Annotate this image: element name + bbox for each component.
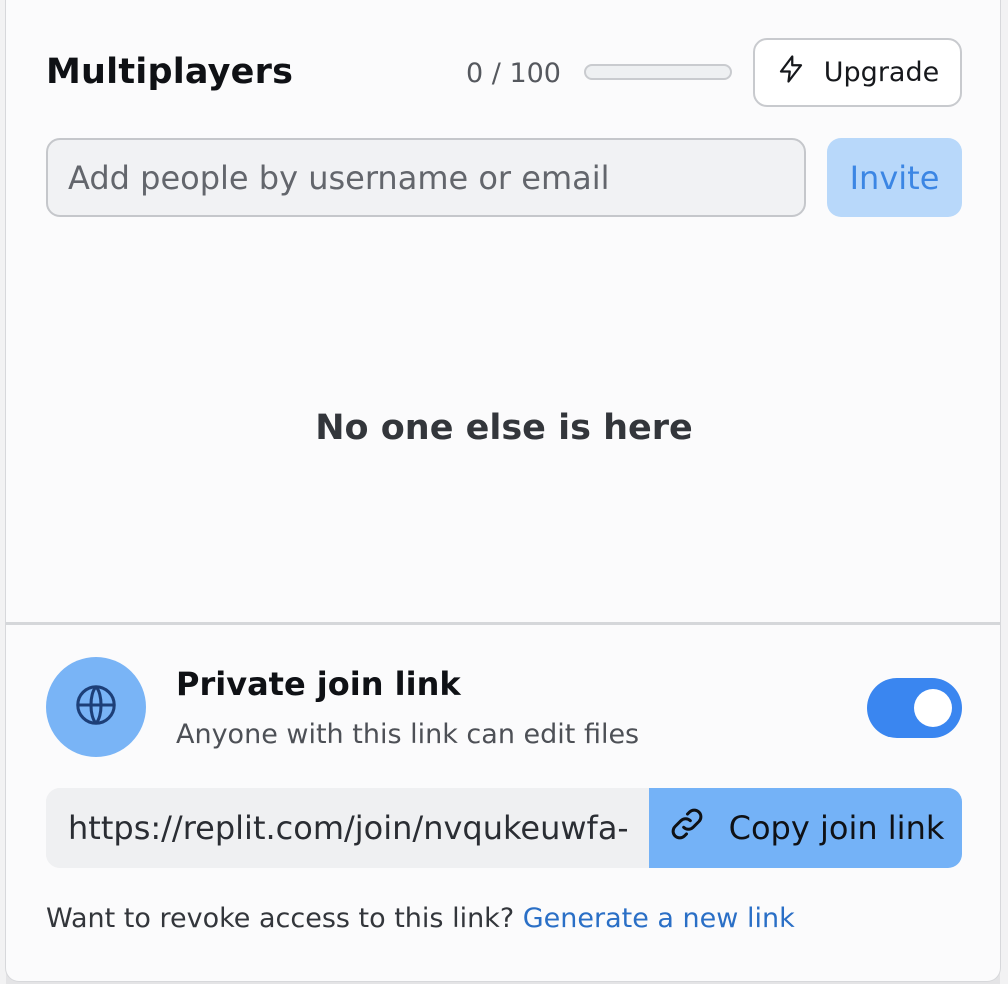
invite-search-input[interactable] bbox=[46, 138, 806, 217]
link-icon bbox=[667, 804, 707, 852]
lightning-bolt-icon bbox=[776, 54, 806, 91]
multiplayers-panel: Multiplayers 0 / 100 Upgrade Invite No o… bbox=[5, 0, 1001, 982]
background-edge-right bbox=[1000, 0, 1008, 984]
join-link-title: Private join link bbox=[176, 665, 461, 703]
revoke-text: Want to revoke access to this link? bbox=[46, 903, 515, 934]
globe-badge bbox=[46, 657, 146, 757]
toggle-knob bbox=[914, 689, 952, 727]
join-link-subtitle: Anyone with this link can edit files bbox=[176, 719, 640, 750]
upgrade-button[interactable]: Upgrade bbox=[753, 38, 962, 107]
copy-join-link-label: Copy join link bbox=[728, 809, 945, 847]
invite-row: Invite bbox=[46, 138, 962, 218]
join-link-row: Copy join link bbox=[46, 788, 962, 868]
join-link-url-field[interactable] bbox=[46, 788, 649, 868]
generate-new-link[interactable]: Generate a new link bbox=[523, 903, 795, 934]
invite-button[interactable]: Invite bbox=[827, 138, 962, 217]
screen: Multiplayers 0 / 100 Upgrade Invite No o… bbox=[0, 0, 1008, 984]
copy-join-link-button[interactable]: Copy join link bbox=[649, 788, 962, 868]
join-link-toggle[interactable] bbox=[867, 678, 962, 738]
section-divider bbox=[6, 622, 1000, 625]
globe-icon bbox=[73, 682, 119, 732]
collaborator-progress-bar bbox=[584, 64, 732, 80]
revoke-notice: Want to revoke access to this link? Gene… bbox=[46, 903, 795, 934]
empty-state-message: No one else is here bbox=[315, 408, 693, 448]
panel-header: Multiplayers 0 / 100 Upgrade bbox=[46, 38, 962, 108]
panel-title: Multiplayers bbox=[46, 52, 294, 92]
upgrade-label: Upgrade bbox=[823, 57, 940, 88]
collaborator-count: 0 / 100 bbox=[466, 58, 561, 89]
